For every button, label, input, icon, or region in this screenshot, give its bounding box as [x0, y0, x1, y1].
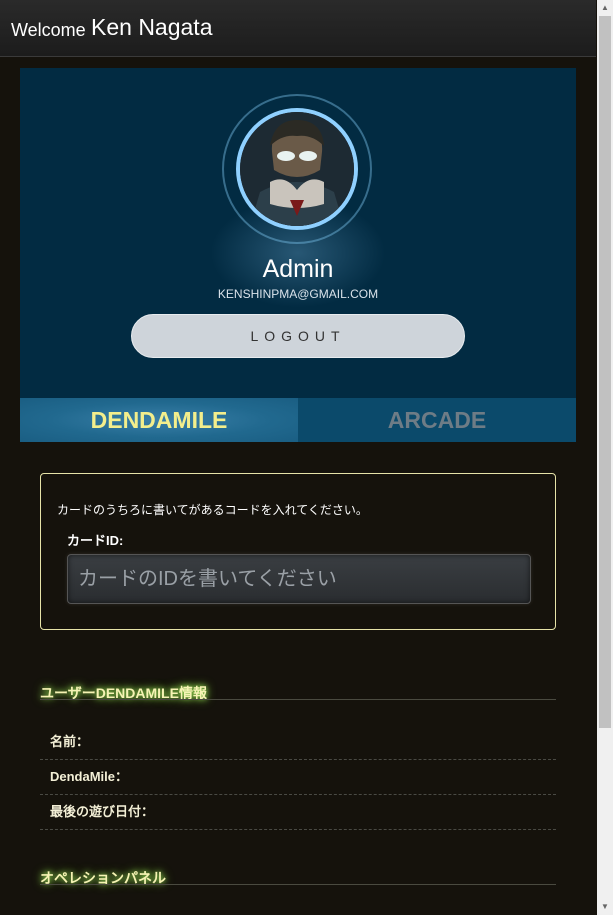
operation-panel-divider [40, 884, 556, 885]
scroll-down-icon[interactable]: ▼ [597, 899, 613, 915]
avatar [236, 108, 358, 230]
avatar-image [240, 112, 354, 226]
card-entry-box: カードのうちろに書いてがあるコードを入れてください。 カードID: カードのID… [40, 473, 556, 630]
scroll-up-icon[interactable]: ▲ [597, 0, 613, 16]
user-info-divider [40, 699, 556, 700]
welcome-text: Welcome [11, 20, 86, 40]
info-row-dendamile: DendaMile： [40, 760, 556, 795]
operation-panel-title: オペレションパネル [40, 870, 166, 886]
profile-name: Admin [262, 255, 334, 283]
header-user-name: Ken Nagata [91, 14, 213, 40]
profile-card: Admin KENSHINPMA@GMAIL.COM LOGOUT [20, 68, 576, 398]
info-row-name: 名前： [40, 725, 556, 760]
info-row-last-played: 最後の遊び日付： [40, 795, 556, 830]
card-id-input[interactable]: カードのIDを書いてください [67, 554, 531, 604]
logout-button[interactable]: LOGOUT [131, 314, 465, 358]
tab-dendamile[interactable]: DENDAMILE [20, 398, 298, 442]
tab-arcade[interactable]: ARCADE [298, 398, 576, 442]
scrollbar[interactable]: ▲ ▼ [597, 0, 613, 915]
scrollbar-thumb[interactable] [599, 16, 611, 728]
profile-email: KENSHINPMA@GMAIL.COM [217, 287, 379, 301]
user-info-title: ユーザーDENDAMILE情報 [40, 685, 207, 701]
card-instruction: カードのうちろに書いてがあるコードを入れてください。 [57, 503, 368, 517]
top-header: Welcome Ken Nagata [0, 0, 596, 57]
card-id-label: カードID: [67, 533, 124, 548]
